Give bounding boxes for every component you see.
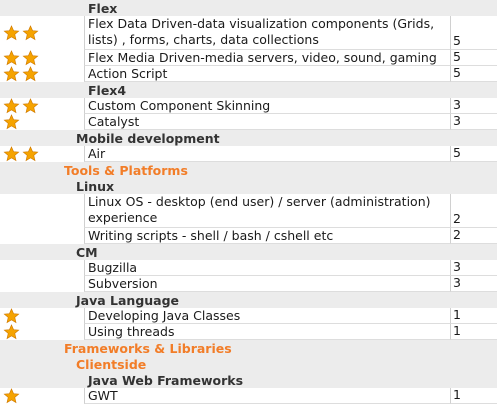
category-title: CM [76,245,98,260]
rating-stars [2,194,62,228]
star-icon [3,66,20,82]
skill-score: 1 [451,307,497,324]
skill-score: 1 [451,387,497,404]
category-title: Java Language [76,293,180,308]
skill-name: Developing Java Classes [84,308,451,324]
skill-score: 1 [451,323,497,340]
star-icon [22,146,39,162]
section-title: Frameworks & Libraries [64,341,232,356]
rating-stars [2,324,62,340]
skill-name: Using threads [84,324,451,340]
skill-row: Writing scripts - shell / bash / cshell … [0,227,497,244]
category-header: Linux [0,178,497,194]
rating-stars [2,228,62,244]
rating-stars [2,276,62,292]
rating-stars [2,66,62,82]
category-title: Linux [76,179,115,194]
skill-score: 2 [451,194,497,228]
star-icon [3,114,20,130]
section-title: Tools & Platforms [64,163,188,178]
category-title: Mobile development [76,131,220,146]
skill-name: Flex Data Driven-data visualization comp… [84,16,451,50]
skill-row: Air 5 [0,145,497,162]
star-icon [3,388,20,404]
skill-row: Flex Data Driven-data visualization comp… [0,16,497,50]
skill-score: 5 [451,145,497,162]
category-header: Flex [0,0,497,16]
skill-name: Custom Component Skinning [84,98,451,114]
star-icon [22,66,39,82]
star-icon [3,25,20,41]
star-icon [22,98,39,114]
skill-score: 3 [451,259,497,276]
skill-name: Catalyst [84,114,451,130]
category-header: Java Language [0,292,497,308]
skill-name: Bugzilla [84,260,451,276]
category-title: Flex4 [88,83,127,98]
skill-score: 3 [451,97,497,114]
star-icon [22,50,39,66]
skill-score: 2 [451,227,497,244]
section-header: Frameworks & Libraries [0,340,497,356]
skill-row: GWT 1 [0,387,497,404]
skill-row: Catalyst 3 [0,113,497,130]
skill-score: 5 [451,65,497,82]
skill-name: Linux OS - desktop (end user) / server (… [84,194,451,228]
skill-score: 3 [451,275,497,292]
skill-score: 5 [451,49,497,66]
rating-stars [2,98,62,114]
skill-name: Action Script [84,66,451,82]
skill-row: Flex Media Driven-media servers, video, … [0,49,497,66]
rating-stars [2,50,62,66]
rating-stars [2,146,62,162]
star-icon [3,146,20,162]
skill-score: 5 [451,16,497,50]
skill-row: Custom Component Skinning 3 [0,97,497,114]
category-title: Flex [88,1,118,16]
category-title: Java Web Frameworks [88,373,244,388]
skill-row: Action Script 5 [0,65,497,82]
section-header: Tools & Platforms [0,162,497,178]
section-header: Clientside [0,356,497,372]
skill-name: Writing scripts - shell / bash / cshell … [84,228,451,244]
category-header: Java Web Frameworks [0,372,497,388]
star-icon [3,308,20,324]
skill-score: 3 [451,113,497,130]
rating-stars [2,308,62,324]
rating-stars [2,260,62,276]
skill-name: Flex Media Driven-media servers, video, … [84,50,451,66]
star-icon [22,25,39,41]
star-icon [3,98,20,114]
category-header: CM [0,244,497,260]
section-title: Clientside [76,357,147,372]
rating-stars [2,114,62,130]
star-icon [3,50,20,66]
category-header: Mobile development [0,130,497,146]
skill-row: Developing Java Classes 1 [0,307,497,324]
skill-name: Air [84,146,451,162]
rating-stars [2,388,62,404]
skill-row: Linux OS - desktop (end user) / server (… [0,194,497,228]
skill-row: Using threads 1 [0,323,497,340]
star-icon [3,324,20,340]
skill-name: GWT [84,388,451,404]
category-header: Flex4 [0,82,497,98]
skill-name: Subversion [84,276,451,292]
rating-stars [2,16,62,50]
skill-row: Bugzilla 3 [0,259,497,276]
skill-row: Subversion 3 [0,275,497,292]
